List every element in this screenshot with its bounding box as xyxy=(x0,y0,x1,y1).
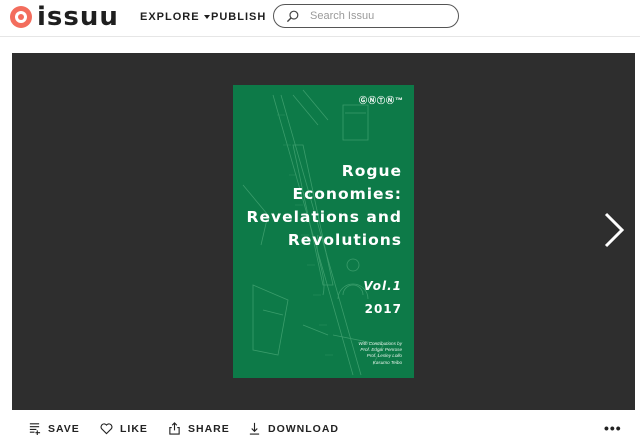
save-label: SAVE xyxy=(48,422,80,435)
more-options-button[interactable]: ••• xyxy=(604,421,622,435)
save-icon xyxy=(29,423,41,435)
chevron-right-icon[interactable] xyxy=(602,210,626,250)
download-icon xyxy=(249,422,260,435)
cover-title-line: Economies: xyxy=(292,185,402,203)
cover-publisher-logo: ⒼⓃⓉⓃ™ xyxy=(359,96,404,105)
search-box[interactable] xyxy=(273,4,459,28)
like-label: LIKE xyxy=(120,422,148,435)
cover-year: 2017 xyxy=(364,302,402,316)
cover-title-line: Revelations and xyxy=(246,208,402,226)
search-icon xyxy=(286,10,299,22)
issuu-logo-icon xyxy=(10,6,32,28)
cover-title-line: Revolutions xyxy=(287,231,402,249)
save-button[interactable]: SAVE xyxy=(28,422,80,435)
issuu-logo[interactable]: issuu xyxy=(10,4,119,30)
explore-menu[interactable]: EXPLORE xyxy=(140,11,210,23)
credit-line: Kasumo Teibo xyxy=(372,359,402,365)
search-input[interactable] xyxy=(308,9,452,23)
cover-volume: Vol.1 xyxy=(363,279,402,293)
download-label: DOWNLOAD xyxy=(268,422,339,435)
cover-credits: With Contributions by Prof. Edgar Penros… xyxy=(358,341,402,366)
cover-title: Rogue Economies: Revelations and Revolut… xyxy=(247,160,402,252)
top-navigation-bar: issuu EXPLORE PUBLISH xyxy=(0,0,640,37)
download-button[interactable]: DOWNLOAD xyxy=(248,422,339,435)
action-bar: SAVE LIKE SHARE DOWNLOAD ••• xyxy=(0,410,640,446)
publication-cover[interactable]: ⒼⓃⓉⓃ™ Rogue Economies: Revelations and R… xyxy=(233,85,414,378)
explore-label: EXPLORE xyxy=(140,11,200,23)
publish-link[interactable]: PUBLISH xyxy=(211,11,266,23)
caret-down-icon xyxy=(203,15,210,19)
document-viewer[interactable]: ⒼⓃⓉⓃ™ Rogue Economies: Revelations and R… xyxy=(12,53,635,410)
heart-icon xyxy=(100,423,113,435)
share-label: SHARE xyxy=(188,422,230,435)
like-button[interactable]: LIKE xyxy=(100,422,148,435)
cover-title-line: Rogue xyxy=(341,162,402,180)
share-icon xyxy=(169,422,180,435)
logo-text: issuu xyxy=(37,2,119,32)
share-button[interactable]: SHARE xyxy=(168,422,230,435)
